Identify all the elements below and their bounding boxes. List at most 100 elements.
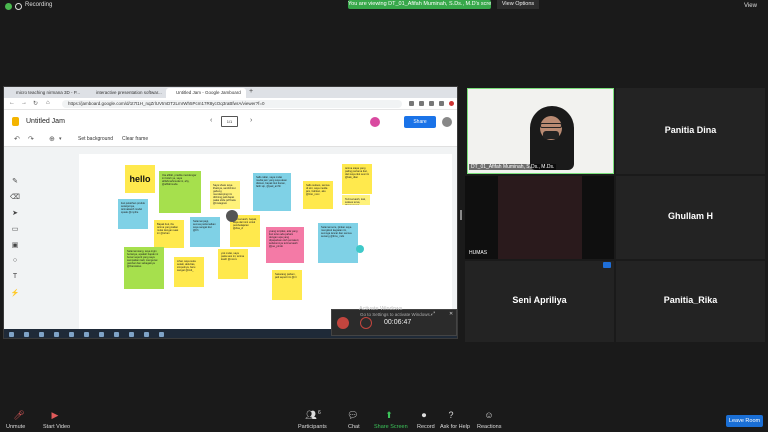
unmute-button[interactable]: Unmute xyxy=(6,424,25,430)
recording-icon xyxy=(15,3,22,10)
pen-icon[interactable]: ✎ xyxy=(8,177,22,189)
sticky-note[interactable]: Selamat siang, saya ingin bertanya, apak… xyxy=(124,247,164,289)
view-options-button[interactable]: View Options xyxy=(497,0,539,9)
extension-icon[interactable] xyxy=(419,101,424,106)
glasses xyxy=(540,123,562,128)
sticky-note[interactable]: Selamat pagi, semua perkenalkan saya san… xyxy=(190,217,220,247)
sticky-note[interactable]: Sekarang paham, jadi seperti ini @rrr xyxy=(272,270,302,300)
sticky-note[interactable]: Selamat sore, ijinkan saya mengikuti keg… xyxy=(318,223,358,263)
profile-icon[interactable] xyxy=(449,101,454,106)
clear-frame-button[interactable]: Clear frame xyxy=(122,136,148,142)
account-avatar[interactable] xyxy=(442,117,452,127)
home-icon[interactable]: ⌂ xyxy=(46,100,50,106)
ask-for-help-button[interactable]: Ask for Help xyxy=(440,424,470,430)
start-video-button[interactable]: Start Video xyxy=(43,424,70,430)
taskbar-app-icon[interactable] xyxy=(84,332,89,337)
add-image-icon[interactable]: ▣ xyxy=(8,241,22,253)
reload-icon[interactable]: ↻ xyxy=(33,100,38,107)
expand-icon[interactable]: ⤢ xyxy=(431,311,435,317)
laser-icon[interactable]: ⚡ xyxy=(8,289,22,301)
participant-tile[interactable]: Panitia Dina xyxy=(616,88,765,174)
mask xyxy=(543,131,559,139)
sticky-note[interactable]: hello xyxy=(125,165,155,193)
sticky-note[interactable]: yuang terpikat, ada yang ikut terus ada … xyxy=(266,227,304,263)
taskbar-app-icon[interactable] xyxy=(39,332,44,337)
new-tab-icon[interactable]: + xyxy=(249,88,253,95)
zoom-icon[interactable]: ⊕ xyxy=(49,135,55,143)
eraser-icon[interactable]: ⌫ xyxy=(8,193,22,205)
record-button[interactable]: Record xyxy=(417,424,435,430)
start-icon[interactable] xyxy=(9,332,14,337)
taskbar-app-icon[interactable] xyxy=(114,332,119,337)
share-screen-icon[interactable]: ⬆︎ xyxy=(374,410,404,421)
undo-icon[interactable]: ↶ xyxy=(14,135,20,143)
scroll-indicator xyxy=(460,210,462,220)
share-button[interactable]: Share xyxy=(404,116,436,128)
shield-icon xyxy=(5,3,12,10)
participant-tile[interactable]: Ghullam H xyxy=(616,176,765,259)
participant-tile[interactable]: Panitia_Rika xyxy=(616,261,765,342)
taskbar-app-icon[interactable] xyxy=(99,332,104,337)
circle-icon[interactable]: ○ xyxy=(8,257,22,269)
extension-icon[interactable] xyxy=(409,101,414,106)
view-button[interactable]: View xyxy=(744,3,757,9)
chat-icon[interactable]: 💬︎ xyxy=(338,410,368,421)
record-icon[interactable]: ⏺︎ xyxy=(409,410,439,421)
sticky-note[interactable]: Lihat, saya suka sekali, aktivitas, simp… xyxy=(174,257,204,287)
shared-screen: micro teaching nirmana 3D - P... interac… xyxy=(3,86,458,339)
taskbar-app-icon[interactable] xyxy=(159,332,164,337)
back-icon[interactable]: ← xyxy=(9,100,15,106)
recording-label: Recording xyxy=(25,2,53,8)
jamboard-logo-icon xyxy=(12,117,19,126)
sticky-note[interactable]: Saya share saya lihatnya, sambil ikut ga… xyxy=(210,181,240,209)
frame-bar-button[interactable]: 1/1 xyxy=(221,116,238,127)
url-field[interactable]: https://jamboard.google.com/d/1t7t1H_nqZ… xyxy=(62,100,402,108)
sticky-note[interactable]: yuk mulai, saya pada sesi ini, terima ka… xyxy=(218,249,248,279)
sticky-note[interactable]: Oia afifah, pradita mendengar ini boleh … xyxy=(159,171,201,213)
jamboard-toolbar xyxy=(4,132,457,147)
zoom-dropdown-icon[interactable]: ▾ xyxy=(59,136,62,142)
taskbar-app-icon[interactable] xyxy=(54,332,59,337)
sticky-note[interactable]: ikut pelatihan produk selanjutnya, terim… xyxy=(118,199,148,229)
video-off-icon[interactable]: ▶︎ xyxy=(40,410,70,421)
microphone-muted-icon[interactable]: 🎤︎ xyxy=(4,410,34,421)
reactions-icon[interactable]: ☺︎ xyxy=(474,410,504,420)
sticky-note[interactable]: hallo rafan, saya mulai media jam yang s… xyxy=(253,173,291,211)
participant-tile[interactable]: Seni Apriliya xyxy=(465,261,614,342)
jam-title[interactable]: Untitled Jam xyxy=(26,118,65,125)
chat-button[interactable]: Chat xyxy=(348,424,360,430)
taskbar-app-icon[interactable] xyxy=(24,332,29,337)
prev-frame-icon[interactable]: ‹ xyxy=(210,117,212,124)
participants-button[interactable]: Participants xyxy=(298,424,327,430)
sticky-note[interactable]: terima siapa yang paling pertama ikut, d… xyxy=(342,164,372,194)
leave-room-button[interactable]: Leave Room xyxy=(726,415,763,427)
taskbar-app-icon[interactable] xyxy=(129,332,134,337)
select-icon[interactable]: ➤ xyxy=(8,209,22,221)
browser-tab[interactable]: micro teaching nirmana 3D - P... xyxy=(6,88,84,98)
reactions-button[interactable]: Reactions xyxy=(477,424,501,430)
sticky-note[interactable]: Bapak ikut, ibu terima yang kalian mulai… xyxy=(154,220,184,248)
taskbar-app-icon[interactable] xyxy=(69,332,74,337)
close-icon[interactable]: ✕ xyxy=(449,311,453,317)
help-icon[interactable]: ? xyxy=(436,410,466,420)
pause-recording-icon[interactable] xyxy=(360,317,372,329)
stop-recording-icon[interactable] xyxy=(337,317,349,329)
set-background-button[interactable]: Set background xyxy=(78,136,113,142)
browser-tab-active[interactable]: Untitled Jam - Google Jamboard xyxy=(166,88,246,98)
forward-icon[interactable]: → xyxy=(21,100,27,106)
sticky-note[interactable]: hallo sukses, semua di sini, saya media … xyxy=(303,181,333,209)
next-frame-icon[interactable]: › xyxy=(250,117,252,124)
taskbar-app-icon[interactable] xyxy=(144,332,149,337)
sticky-note-icon[interactable]: ▭ xyxy=(8,225,22,237)
cursor-marker-icon xyxy=(226,210,238,222)
text-box-icon[interactable]: T xyxy=(8,273,22,285)
browser-tab[interactable]: interactive presentation softwar... xyxy=(86,88,164,98)
screen-share-banner: You are viewing DT_01_Afifah Muminah, S.… xyxy=(348,0,491,9)
extension-icon[interactable] xyxy=(439,101,444,106)
participants-icon[interactable]: 👥︎ xyxy=(296,410,326,421)
extension-icon[interactable] xyxy=(429,101,434,106)
share-screen-button[interactable]: Share Screen xyxy=(374,424,408,430)
sticky-note[interactable]: Terima kasih, kak, sukses terus, @ganggu… xyxy=(342,195,370,205)
redo-icon[interactable]: ↷ xyxy=(28,135,34,143)
collaborator-avatar[interactable] xyxy=(370,117,380,127)
